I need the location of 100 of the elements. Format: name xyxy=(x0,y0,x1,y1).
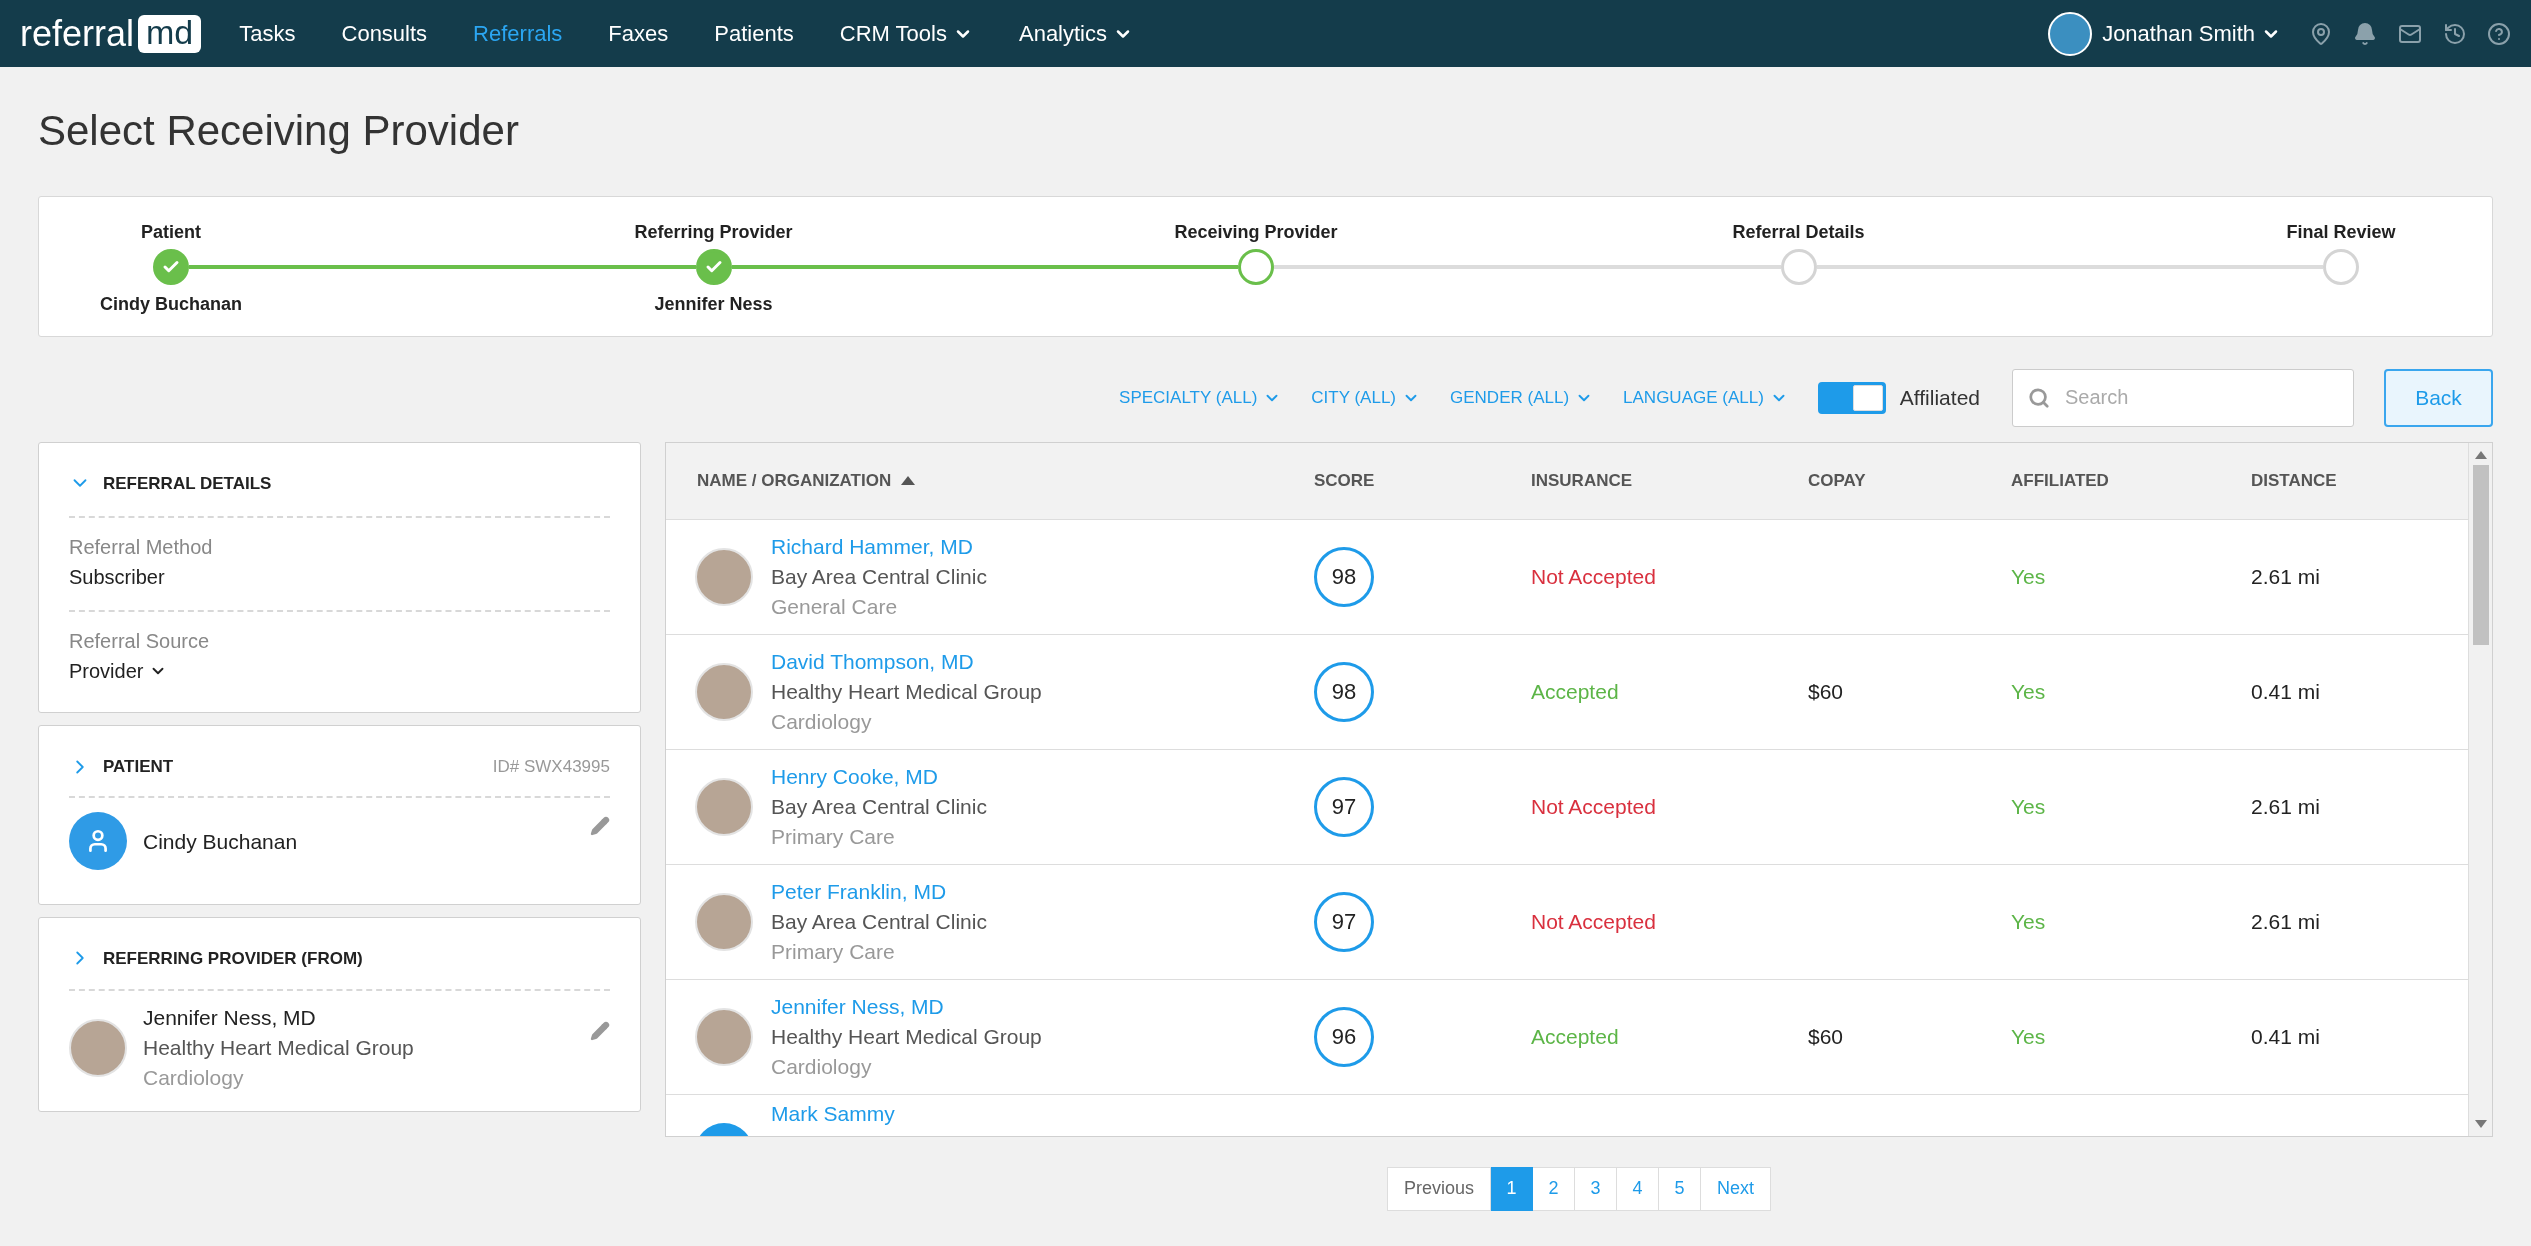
nav-link[interactable]: Analytics xyxy=(1018,17,1133,50)
nav-link[interactable]: Consults xyxy=(341,17,428,50)
page-button[interactable]: 1 xyxy=(1491,1166,1534,1211)
distance-value: 2.61 mi xyxy=(2251,909,2320,933)
provider-organization: Bay Area Central Clinic xyxy=(771,908,987,935)
field-value: Subscriber xyxy=(69,565,166,590)
logo-text: referral xyxy=(20,15,135,52)
column-header[interactable]: SCORE xyxy=(1314,467,1375,494)
distance-value: 2.61 mi xyxy=(2251,564,2320,588)
nav-link[interactable]: CRM Tools xyxy=(839,17,973,50)
score-badge: 97 xyxy=(1314,891,1374,952)
page-button[interactable]: 2 xyxy=(1533,1166,1576,1211)
logo-badge: md xyxy=(138,14,202,53)
provider-name-link[interactable]: David Thompson, MD xyxy=(771,646,1042,677)
provider-specialty: Cardiology xyxy=(143,1065,245,1091)
page-button[interactable]: 3 xyxy=(1575,1166,1618,1211)
affiliated-value: Yes xyxy=(2011,1024,2046,1048)
column-header[interactable]: AFFILIATED xyxy=(2011,467,2109,494)
score-badge: 97 xyxy=(1314,776,1374,837)
provider-name-link[interactable]: Peter Franklin, MD xyxy=(771,876,987,907)
step-label: Referring Provider xyxy=(634,220,793,244)
score-badge: 98 xyxy=(1314,661,1374,722)
edit-pencil-icon[interactable] xyxy=(590,1021,610,1041)
search-field[interactable]: Search xyxy=(2012,368,2354,427)
step-label: Final Review xyxy=(2286,220,2396,244)
provider-organization: Healthy Heart Medical Group xyxy=(143,1035,414,1061)
toggle-switch[interactable] xyxy=(1817,381,1886,414)
insurance-status: Accepted xyxy=(1531,1024,1619,1048)
provider-row[interactable]: Henry Cooke, MD Bay Area Central Clinic Primary Care 97 Not Accepted Yes 2.61 mi xyxy=(666,749,2468,865)
help-icon[interactable] xyxy=(2487,21,2511,46)
page-title: Select Receiving Provider xyxy=(38,106,520,156)
user-menu[interactable]: Jonathan Smith xyxy=(2102,17,2281,50)
patient-name: Cindy Buchanan xyxy=(143,828,298,855)
step-value: Cindy Buchanan xyxy=(100,293,242,314)
provider-row[interactable]: Jennifer Ness, MD Healthy Heart Medical Group Cardiology 96 Accepted $60 Yes 0.41 mi xyxy=(666,979,2468,1095)
scroll-up-icon[interactable] xyxy=(2474,450,2487,459)
column-header[interactable]: INSURANCE xyxy=(1531,467,1633,494)
affiliated-value: Yes xyxy=(2011,679,2046,703)
nav-link[interactable]: Patients xyxy=(714,17,794,50)
provider-specialty: Primary Care xyxy=(771,823,896,850)
column-header[interactable]: DISTANCE xyxy=(2251,467,2337,494)
provider-name: Jennifer Ness, MD xyxy=(143,1005,317,1031)
provider-specialty: General Care xyxy=(771,593,899,620)
provider-organization: Healthy Heart Medical Group xyxy=(771,1023,1042,1050)
provider-specialty: Primary Care xyxy=(771,938,896,965)
affiliated-value: Yes xyxy=(2011,794,2046,818)
provider-organization: Bay Area Central Clinic xyxy=(771,793,987,820)
copay-amount: $60 xyxy=(1808,679,1844,703)
bell-icon[interactable] xyxy=(2353,21,2377,46)
affiliated-value: Yes xyxy=(2011,564,2046,588)
patient-id: ID# SWX43995 xyxy=(492,756,610,778)
distance-value: 0.41 mi xyxy=(2251,679,2320,703)
provider-name-link[interactable]: Richard Hammer, MD xyxy=(771,531,987,562)
distance-value: 2.61 mi xyxy=(2251,794,2320,818)
step-label: Receiving Provider xyxy=(1174,220,1338,244)
page-button[interactable]: 4 xyxy=(1617,1166,1660,1211)
sort-up-icon[interactable] xyxy=(901,476,916,485)
insurance-status: Not Accepted xyxy=(1531,794,1656,818)
step-label: Referral Details xyxy=(1732,220,1865,244)
column-header[interactable]: NAME / ORGANIZATION xyxy=(697,467,916,494)
nav-link[interactable]: Faxes xyxy=(608,17,669,50)
insurance-status: Not Accepted xyxy=(1531,564,1656,588)
affiliated-value: Yes xyxy=(2011,909,2046,933)
insurance-status: Not Accepted xyxy=(1531,909,1656,933)
score-badge: 98 xyxy=(1314,546,1374,607)
provider-name-link[interactable]: Mark Sammy xyxy=(771,1098,895,1129)
edit-pencil-icon[interactable] xyxy=(590,815,610,836)
provider-name-link[interactable]: Henry Cooke, MD xyxy=(771,761,987,792)
toggle-label: Affiliated xyxy=(1899,384,1980,411)
card-heading: PATIENT xyxy=(103,756,174,778)
search-icon xyxy=(2028,386,2050,409)
copay-amount: $60 xyxy=(1808,1024,1844,1048)
column-header[interactable]: COPAY xyxy=(1808,467,1866,494)
field-label: Referral Method xyxy=(69,535,214,560)
provider-row[interactable]: Peter Franklin, MD Bay Area Central Clinic Primary Care 97 Not Accepted Yes 2.61 mi xyxy=(666,864,2468,980)
provider-name-link[interactable]: Jennifer Ness, MD xyxy=(771,991,1042,1022)
history-icon[interactable] xyxy=(2443,21,2467,46)
map-pin-icon[interactable] xyxy=(2309,21,2333,46)
nav-link[interactable]: Tasks xyxy=(239,17,296,50)
scrollbar-thumb[interactable] xyxy=(2472,464,2489,645)
score-badge: 96 xyxy=(1314,1006,1374,1067)
scrollbar[interactable] xyxy=(2468,442,2492,1136)
provider-row[interactable]: Richard Hammer, MD Bay Area Central Clinic General Care 98 Not Accepted Yes 2.61 mi xyxy=(666,519,2468,635)
insurance-status: Accepted xyxy=(1531,679,1619,703)
card-heading: REFERRING PROVIDER (FROM) xyxy=(103,947,363,970)
step-value: Jennifer Ness xyxy=(654,293,773,314)
provider-row[interactable]: David Thompson, MD Healthy Heart Medical Group Cardiology 98 Accepted $60 Yes 0.41 mi xyxy=(666,634,2468,750)
provider-organization: Bay Area Central Clinic xyxy=(771,563,987,590)
distance-value: 0.41 mi xyxy=(2251,1024,2320,1048)
field-label: Referral Source xyxy=(69,629,211,654)
step-label: Patient xyxy=(141,220,201,244)
nav-link[interactable]: Referrals xyxy=(473,17,563,50)
provider-specialty: Cardiology xyxy=(771,708,873,735)
scroll-down-icon[interactable] xyxy=(2474,1119,2487,1128)
provider-specialty: Cardiology xyxy=(771,1053,873,1080)
source-dropdown[interactable]: Provider xyxy=(69,656,168,686)
previous-page-button[interactable]: Previous xyxy=(1387,1166,1492,1211)
next-page-button[interactable]: Next xyxy=(1701,1166,1772,1211)
page-button[interactable]: 5 xyxy=(1659,1166,1702,1211)
provider-organization: Healthy Heart Medical Group xyxy=(771,678,1042,705)
